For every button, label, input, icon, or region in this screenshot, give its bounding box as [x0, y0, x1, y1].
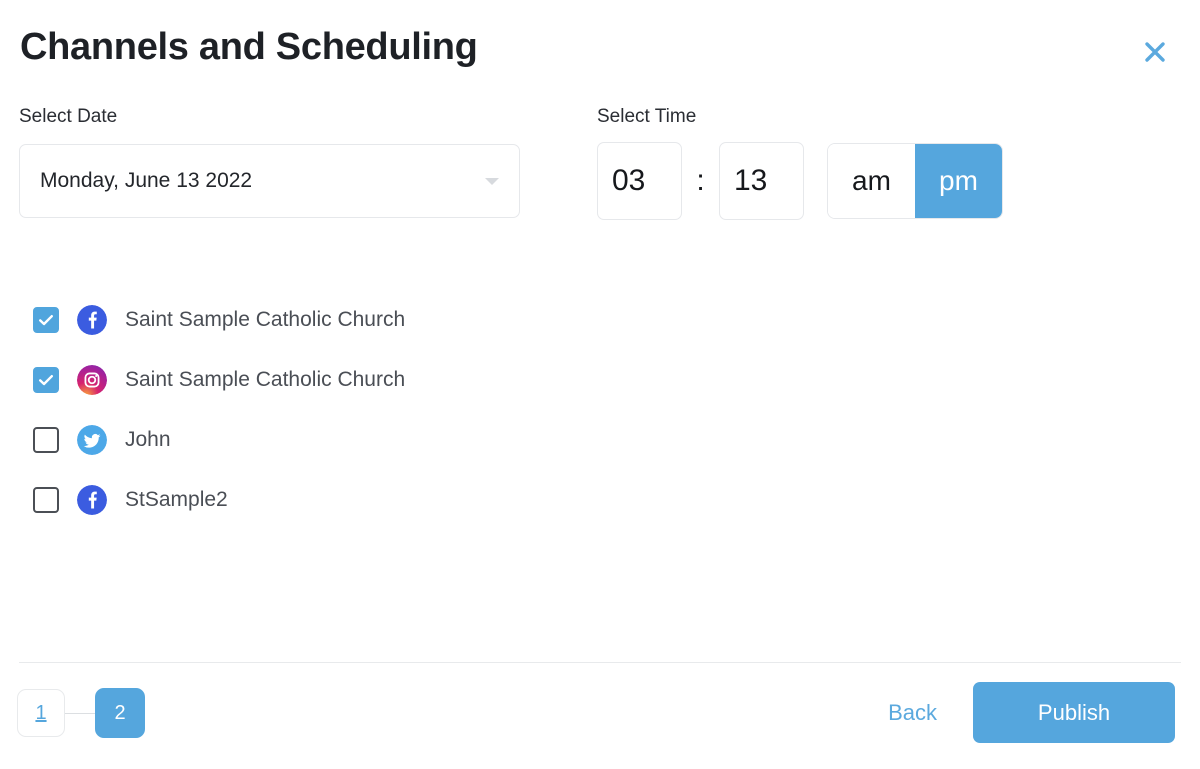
- facebook-icon: [77, 485, 107, 515]
- dialog-footer: 1 2 Back Publish: [0, 663, 1200, 769]
- page-title: Channels and Scheduling: [20, 26, 478, 68]
- channels-scheduling-dialog: Channels and Scheduling Select Date Mond…: [0, 0, 1200, 769]
- hour-input[interactable]: 03: [597, 142, 682, 220]
- channel-name: John: [125, 428, 171, 451]
- time-separator: :: [696, 164, 705, 197]
- channel-row[interactable]: StSample2: [33, 480, 733, 520]
- instagram-icon: [77, 365, 107, 395]
- check-icon: [39, 315, 53, 326]
- twitter-icon: [77, 425, 107, 455]
- channel-row[interactable]: Saint Sample Catholic Church: [33, 300, 733, 340]
- facebook-icon-wrapper: [59, 305, 107, 335]
- date-select-value: Monday, June 13 2022: [40, 169, 253, 192]
- close-icon: [1141, 38, 1169, 66]
- time-controls: 03 : 13 am pm: [597, 142, 1002, 220]
- step-2-button[interactable]: 2: [95, 688, 145, 738]
- footer-actions: Back Publish: [870, 682, 1175, 743]
- twitter-icon-wrapper: [59, 425, 107, 455]
- channel-name: StSample2: [125, 488, 228, 511]
- channel-checkbox[interactable]: [33, 307, 59, 333]
- date-select[interactable]: Monday, June 13 2022: [19, 144, 520, 218]
- channel-list: Saint Sample Catholic Church Saint Sample…: [33, 300, 733, 540]
- step-pagination: 1 2: [17, 688, 145, 738]
- select-date-label: Select Date: [19, 106, 118, 127]
- channel-row[interactable]: John: [33, 420, 733, 460]
- channel-name: Saint Sample Catholic Church: [125, 308, 406, 331]
- back-button[interactable]: Back: [870, 700, 955, 726]
- meridiem-toggle: am pm: [828, 144, 1002, 218]
- check-icon: [39, 375, 53, 386]
- instagram-icon-wrapper: [59, 365, 107, 395]
- channel-checkbox[interactable]: [33, 487, 59, 513]
- channel-name: Saint Sample Catholic Church: [125, 368, 406, 391]
- facebook-icon: [77, 305, 107, 335]
- dialog-header: Channels and Scheduling: [0, 0, 1200, 96]
- chevron-down-icon: [485, 177, 499, 185]
- channel-checkbox[interactable]: [33, 427, 59, 453]
- channel-row[interactable]: Saint Sample Catholic Church: [33, 360, 733, 400]
- meridiem-option-am[interactable]: am: [828, 144, 915, 218]
- step-connector: [65, 712, 95, 714]
- facebook-icon-wrapper: [59, 485, 107, 515]
- minute-input[interactable]: 13: [719, 142, 804, 220]
- publish-button[interactable]: Publish: [973, 682, 1175, 743]
- step-1-button[interactable]: 1: [17, 689, 65, 737]
- meridiem-option-pm[interactable]: pm: [915, 144, 1002, 218]
- close-button[interactable]: [1136, 33, 1174, 71]
- channel-checkbox[interactable]: [33, 367, 59, 393]
- select-time-label: Select Time: [597, 106, 697, 127]
